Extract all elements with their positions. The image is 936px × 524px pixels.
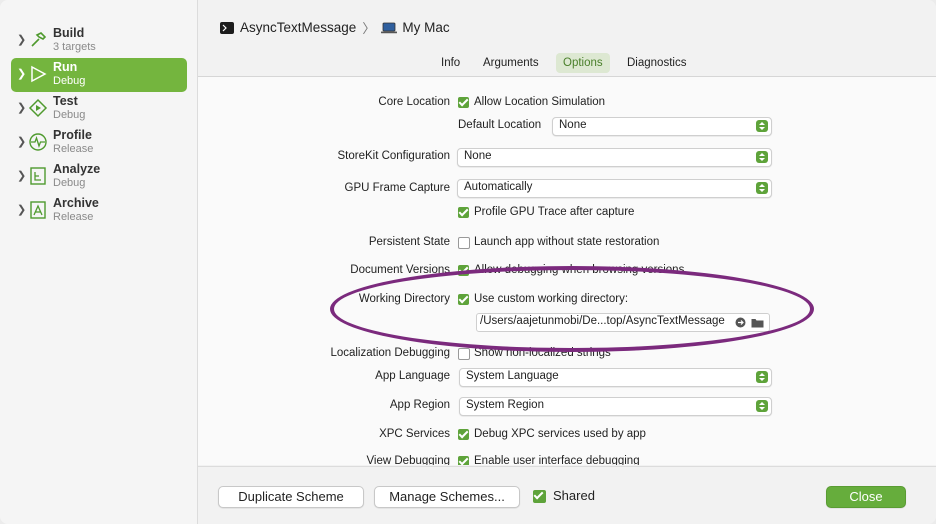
shared-label: Shared	[553, 488, 595, 503]
chevron-right-icon[interactable]: ❯	[17, 101, 26, 114]
app-region-label: App Region	[389, 399, 450, 411]
options-panel: Core Location Allow Location Simulation …	[198, 77, 936, 465]
storekit-value: None	[464, 150, 492, 162]
duplicate-scheme-button[interactable]: Duplicate Scheme	[218, 486, 364, 508]
default-location-label: Default Location	[458, 119, 542, 131]
sidebar-item-profile[interactable]: ❯ Profile Release	[11, 126, 187, 160]
close-button[interactable]: Close	[826, 486, 906, 508]
manage-schemes-button[interactable]: Manage Schemes...	[374, 486, 520, 508]
allow-location-simulation-checkbox[interactable]	[458, 97, 469, 108]
breadcrumb[interactable]: AsyncTextMessage 〉 My Mac	[220, 18, 450, 37]
document-versions-text: Allow debugging when browsing versions	[474, 264, 685, 276]
core-location-label: Core Location	[378, 96, 450, 108]
chevron-right-icon[interactable]: ❯	[17, 67, 26, 80]
sidebar-item-title: Analyze	[53, 162, 101, 176]
app-language-label: App Language	[375, 370, 450, 382]
terminal-icon	[220, 21, 234, 34]
popup-stepper-icon	[756, 182, 768, 194]
view-debugging-checkbox[interactable]	[458, 456, 469, 465]
laptop-icon	[381, 22, 398, 33]
folder-icon[interactable]	[751, 317, 764, 328]
tab-diagnostics[interactable]: Diagnostics	[620, 53, 693, 73]
scheme-editor-sheet: ❯ Build 3 targets ❯ Run Debug ❯ Test Deb…	[0, 0, 936, 524]
sidebar-item-title: Run	[53, 60, 78, 74]
sidebar-item-subtitle: Debug	[53, 177, 86, 189]
document-versions-label: Document Versions	[350, 264, 450, 276]
default-location-popup[interactable]: None	[552, 117, 772, 136]
xpc-text: Debug XPC services used by app	[474, 428, 646, 440]
allow-location-simulation-text: Allow Location Simulation	[474, 96, 606, 108]
destination-name[interactable]: My Mac	[402, 20, 449, 35]
scheme-header: AsyncTextMessage 〉 My Mac	[198, 0, 936, 50]
profile-gpu-trace-checkbox[interactable]	[458, 207, 469, 218]
working-directory-checkbox[interactable]	[458, 294, 469, 305]
sidebar-item-test[interactable]: ❯ Test Debug	[11, 92, 187, 126]
popup-stepper-icon	[756, 400, 768, 412]
popup-stepper-icon	[756, 371, 768, 383]
persistent-state-checkbox[interactable]	[458, 237, 470, 249]
gpu-frame-capture-value: Automatically	[464, 181, 533, 193]
archive-icon	[30, 201, 46, 219]
working-directory-path-field[interactable]: /Users/aajetunmobi/De...top/AsyncTextMes…	[476, 313, 770, 332]
breadcrumb-separator-icon: 〉	[362, 21, 376, 36]
localization-checkbox[interactable]	[458, 348, 470, 360]
popup-stepper-icon	[756, 151, 768, 163]
shared-checkbox[interactable]	[533, 490, 546, 503]
default-location-value: None	[559, 119, 587, 131]
app-language-popup[interactable]: System Language	[459, 368, 772, 387]
storekit-label: StoreKit Configuration	[337, 150, 450, 162]
working-directory-path: /Users/aajetunmobi/De...top/AsyncTextMes…	[480, 315, 725, 327]
sidebar-item-archive[interactable]: ❯ Archive Release	[11, 194, 187, 228]
chevron-right-icon[interactable]: ❯	[17, 203, 26, 216]
xpc-checkbox[interactable]	[458, 429, 469, 440]
tab-options[interactable]: Options	[556, 53, 610, 73]
app-language-value: System Language	[466, 370, 559, 382]
app-region-value: System Region	[466, 399, 544, 411]
analyze-icon	[30, 167, 46, 185]
popup-stepper-icon	[756, 120, 768, 132]
tab-bar: Info Arguments Options Diagnostics	[198, 50, 936, 77]
persistent-state-label: Persistent State	[368, 236, 450, 248]
working-directory-label: Working Directory	[358, 293, 450, 305]
sidebar-item-subtitle: 3 targets	[53, 41, 96, 53]
sidebar-item-title: Build	[53, 26, 85, 40]
working-directory-text: Use custom working directory:	[474, 293, 629, 305]
gpu-frame-capture-popup[interactable]: Automatically	[457, 179, 772, 198]
waveform-icon	[29, 133, 47, 151]
profile-gpu-trace-text: Profile GPU Trace after capture	[474, 206, 635, 218]
test-diamond-icon	[28, 98, 48, 118]
sidebar-item-title: Profile	[53, 128, 92, 142]
sidebar-item-subtitle: Debug	[53, 75, 86, 87]
reveal-arrow-icon[interactable]	[735, 317, 746, 328]
sidebar-item-subtitle: Release	[53, 211, 94, 223]
sidebar-item-run[interactable]: ❯ Run Debug	[11, 58, 187, 92]
chevron-right-icon[interactable]: ❯	[17, 33, 26, 46]
app-region-popup[interactable]: System Region	[459, 397, 772, 416]
tab-info[interactable]: Info	[434, 53, 467, 73]
sidebar-item-title: Archive	[53, 196, 99, 210]
storekit-popup[interactable]: None	[457, 148, 772, 167]
sidebar-item-title: Test	[53, 94, 78, 108]
footer-bar: Duplicate Scheme Manage Schemes... Share…	[198, 466, 936, 524]
localization-label: Localization Debugging	[330, 347, 450, 359]
document-versions-checkbox[interactable]	[458, 265, 469, 276]
hammer-icon	[31, 32, 47, 47]
gpu-frame-capture-label: GPU Frame Capture	[344, 182, 450, 194]
persistent-state-text: Launch app without state restoration	[474, 236, 660, 248]
chevron-right-icon[interactable]: ❯	[17, 169, 26, 182]
play-icon	[31, 65, 47, 83]
sidebar-item-subtitle: Debug	[53, 109, 86, 121]
chevron-right-icon[interactable]: ❯	[17, 135, 26, 148]
scheme-name[interactable]: AsyncTextMessage	[240, 20, 356, 35]
scheme-actions-sidebar: ❯ Build 3 targets ❯ Run Debug ❯ Test Deb…	[0, 0, 198, 524]
sidebar-item-analyze[interactable]: ❯ Analyze Debug	[11, 160, 187, 194]
xpc-label: XPC Services	[379, 428, 450, 440]
localization-text: Show non-localized strings	[474, 347, 611, 359]
tab-arguments[interactable]: Arguments	[476, 53, 546, 73]
view-debugging-label: View Debugging	[366, 455, 450, 465]
view-debugging-text: Enable user interface debugging	[474, 455, 640, 465]
sidebar-item-build[interactable]: ❯ Build 3 targets	[11, 24, 187, 58]
sidebar-item-subtitle: Release	[53, 143, 94, 155]
